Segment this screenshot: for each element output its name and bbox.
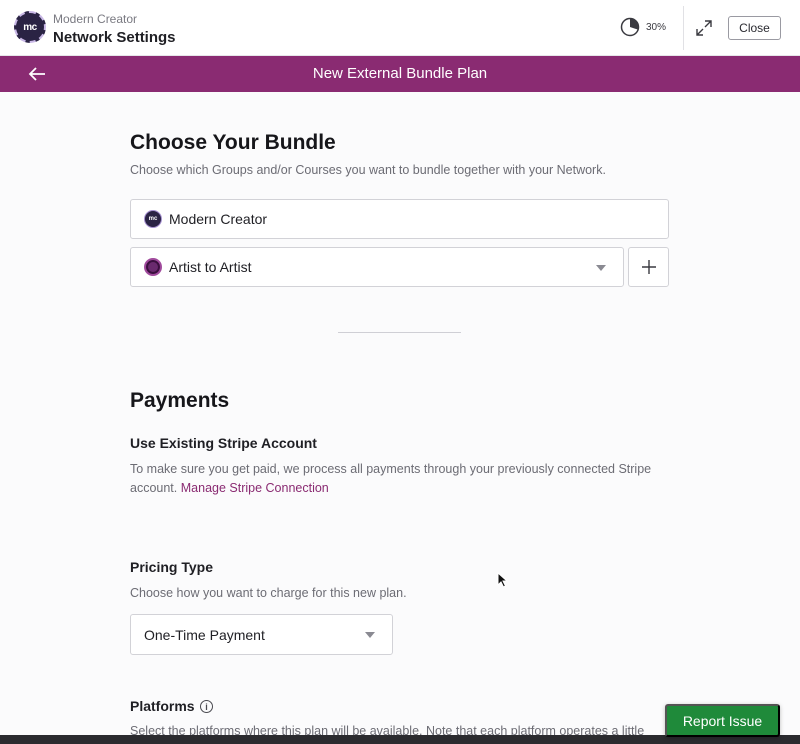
network-logo[interactable]: mc — [14, 11, 46, 43]
title-bar: New External Bundle Plan — [0, 56, 800, 92]
mouse-cursor-icon — [497, 572, 509, 588]
header-divider — [683, 6, 684, 50]
report-issue-button[interactable]: Report Issue — [665, 704, 780, 737]
section-divider — [338, 332, 461, 333]
setup-progress: 30% — [620, 17, 666, 37]
stripe-description: To make sure you get paid, we process al… — [130, 460, 670, 498]
info-icon[interactable]: i — [200, 700, 213, 713]
platforms-heading: Platforms — [130, 698, 195, 714]
expand-icon[interactable] — [694, 18, 714, 38]
network-field-value: Modern Creator — [169, 211, 268, 227]
stripe-heading: Use Existing Stripe Account — [130, 435, 317, 451]
title-bar-text: New External Bundle Plan — [312, 65, 488, 82]
pricing-type-value: One-Time Payment — [144, 626, 265, 643]
page-title: Network Settings — [53, 29, 176, 46]
add-item-button[interactable] — [628, 247, 669, 287]
close-button[interactable]: Close — [728, 16, 781, 40]
logo-text: mc — [19, 16, 41, 38]
chevron-down-icon — [365, 632, 375, 638]
pricing-type-select[interactable]: One-Time Payment — [130, 614, 393, 655]
back-arrow-icon[interactable] — [27, 64, 47, 84]
payments-heading: Payments — [130, 389, 230, 412]
top-bar: mc Modern Creator Network Settings 30% C… — [0, 0, 800, 56]
pricing-heading: Pricing Type — [130, 559, 213, 575]
group-select[interactable]: Artist to Artist — [130, 247, 624, 287]
bundle-description: Choose which Groups and/or Courses you w… — [130, 163, 606, 177]
chevron-down-icon — [596, 265, 606, 271]
progress-label: 30% — [646, 21, 667, 33]
progress-pie-icon — [620, 17, 640, 37]
network-field: mc Modern Creator — [130, 199, 669, 239]
manage-stripe-link[interactable]: Manage Stripe Connection — [181, 481, 329, 495]
org-name: Modern Creator — [53, 12, 138, 26]
stripe-desc-line1: To make sure you get paid, we process al… — [130, 462, 652, 476]
plus-icon — [641, 260, 656, 274]
modern-creator-avatar: mc — [144, 210, 162, 228]
stripe-desc-line2: account. — [130, 481, 178, 495]
bundle-heading: Choose Your Bundle — [130, 131, 336, 154]
group-select-value: Artist to Artist — [169, 259, 252, 275]
pricing-description: Choose how you want to charge for this n… — [130, 586, 407, 600]
artist-to-artist-avatar — [144, 258, 162, 276]
